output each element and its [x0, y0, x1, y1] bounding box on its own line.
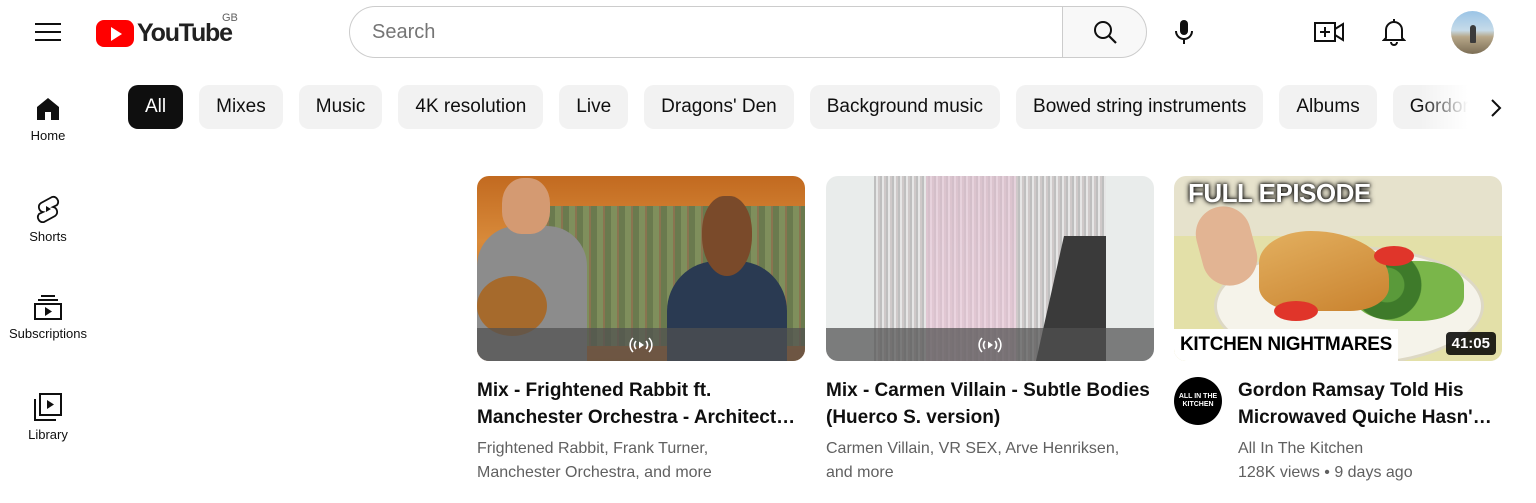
- sidebar-item-label: Subscriptions: [8, 326, 88, 341]
- chip-music[interactable]: Music: [298, 85, 383, 129]
- mix-overlay: [826, 328, 1154, 361]
- video-card: FULL EPISODE KITCHEN NIGHTMARES 41:05 AL…: [1174, 176, 1502, 485]
- video-title[interactable]: Mix - Carmen Villain - Subtle Bodies (Hu…: [826, 377, 1154, 431]
- search-icon: [1093, 21, 1117, 44]
- microphone-icon: [1175, 20, 1193, 44]
- youtube-logo[interactable]: YouTube: [96, 16, 233, 50]
- sidebar-item-library[interactable]: Library: [4, 377, 92, 451]
- channel-avatar[interactable]: ALL IN THE KITCHEN: [1174, 377, 1222, 425]
- search-bar: [349, 6, 1147, 58]
- library-icon: [34, 393, 62, 421]
- video-thumbnail[interactable]: FULL EPISODE KITCHEN NIGHTMARES 41:05: [1174, 176, 1502, 361]
- video-duration-badge: 41:05: [1445, 332, 1496, 355]
- chip-live[interactable]: Live: [559, 85, 629, 129]
- search-button[interactable]: [1062, 6, 1147, 58]
- user-avatar[interactable]: [1451, 11, 1494, 54]
- hamburger-menu-button[interactable]: [24, 12, 72, 52]
- channel-name[interactable]: All In The Kitchen: [1238, 437, 1502, 461]
- sidebar-item-shorts[interactable]: Shorts: [4, 179, 92, 253]
- voice-search-button[interactable]: [1164, 12, 1204, 52]
- mix-radio-icon: [978, 336, 1002, 353]
- search-input[interactable]: [349, 6, 1062, 58]
- video-card: Mix - Carmen Villain - Subtle Bodies (Hu…: [826, 176, 1154, 485]
- sidebar-item-label: Library: [28, 427, 68, 442]
- video-views-date: 128K views • 9 days ago: [1238, 464, 1413, 481]
- video-add-icon: [1314, 22, 1344, 42]
- video-artists: Carmen Villain, VR SEX, Arve Henriksen,: [826, 440, 1120, 457]
- mix-radio-icon: [629, 336, 653, 353]
- menu-icon: [35, 23, 61, 41]
- chip-all[interactable]: All: [128, 85, 184, 129]
- country-code: GB: [222, 12, 238, 24]
- video-artists-more: and more: [826, 464, 894, 481]
- create-button[interactable]: [1309, 12, 1349, 52]
- chip-background-music[interactable]: Background music: [809, 85, 1001, 129]
- chip-dragons-den[interactable]: Dragons' Den: [644, 85, 794, 129]
- filter-chips-bar: All Mixes Music 4K resolution Live Drago…: [128, 85, 1478, 129]
- subscriptions-icon: [34, 295, 62, 320]
- video-artists-more: Manchester Orchestra, and more: [477, 464, 712, 481]
- chevron-right-icon: [1491, 99, 1502, 117]
- bell-icon: [1382, 19, 1406, 46]
- video-card: Mix - Frightened Rabbit ft. Manchester O…: [477, 176, 805, 485]
- thumbnail-overlay-show: KITCHEN NIGHTMARES: [1174, 329, 1399, 361]
- chip-mixes[interactable]: Mixes: [199, 85, 283, 129]
- video-title[interactable]: Gordon Ramsay Told His Microwaved Quiche…: [1238, 377, 1502, 431]
- chips-next-button[interactable]: [1476, 88, 1516, 128]
- notifications-button[interactable]: [1374, 12, 1414, 52]
- video-thumbnail[interactable]: [826, 176, 1154, 361]
- video-title[interactable]: Mix - Frightened Rabbit ft. Manchester O…: [477, 377, 805, 431]
- youtube-play-icon: [96, 19, 134, 47]
- chip-bowed-string-instruments[interactable]: Bowed string instruments: [1016, 85, 1264, 129]
- home-icon: [37, 98, 59, 120]
- sidebar-item-label: Shorts: [29, 229, 67, 244]
- shorts-icon: [37, 196, 59, 223]
- thumbnail-overlay-title: FULL EPISODE: [1188, 178, 1371, 208]
- sidebar-item-subscriptions[interactable]: Subscriptions: [4, 278, 92, 352]
- sidebar-item-home[interactable]: Home: [4, 80, 92, 154]
- top-bar: YouTube GB: [0, 0, 1536, 64]
- logo-text: YouTube: [137, 18, 233, 47]
- video-thumbnail[interactable]: [477, 176, 805, 361]
- sidebar-item-label: Home: [30, 128, 66, 143]
- chip-4k-resolution[interactable]: 4K resolution: [398, 85, 544, 129]
- video-artists: Frightened Rabbit, Frank Turner,: [477, 440, 709, 457]
- chip-albums[interactable]: Albums: [1279, 85, 1377, 129]
- mix-overlay: [477, 328, 805, 361]
- chips-fade: [1420, 80, 1480, 134]
